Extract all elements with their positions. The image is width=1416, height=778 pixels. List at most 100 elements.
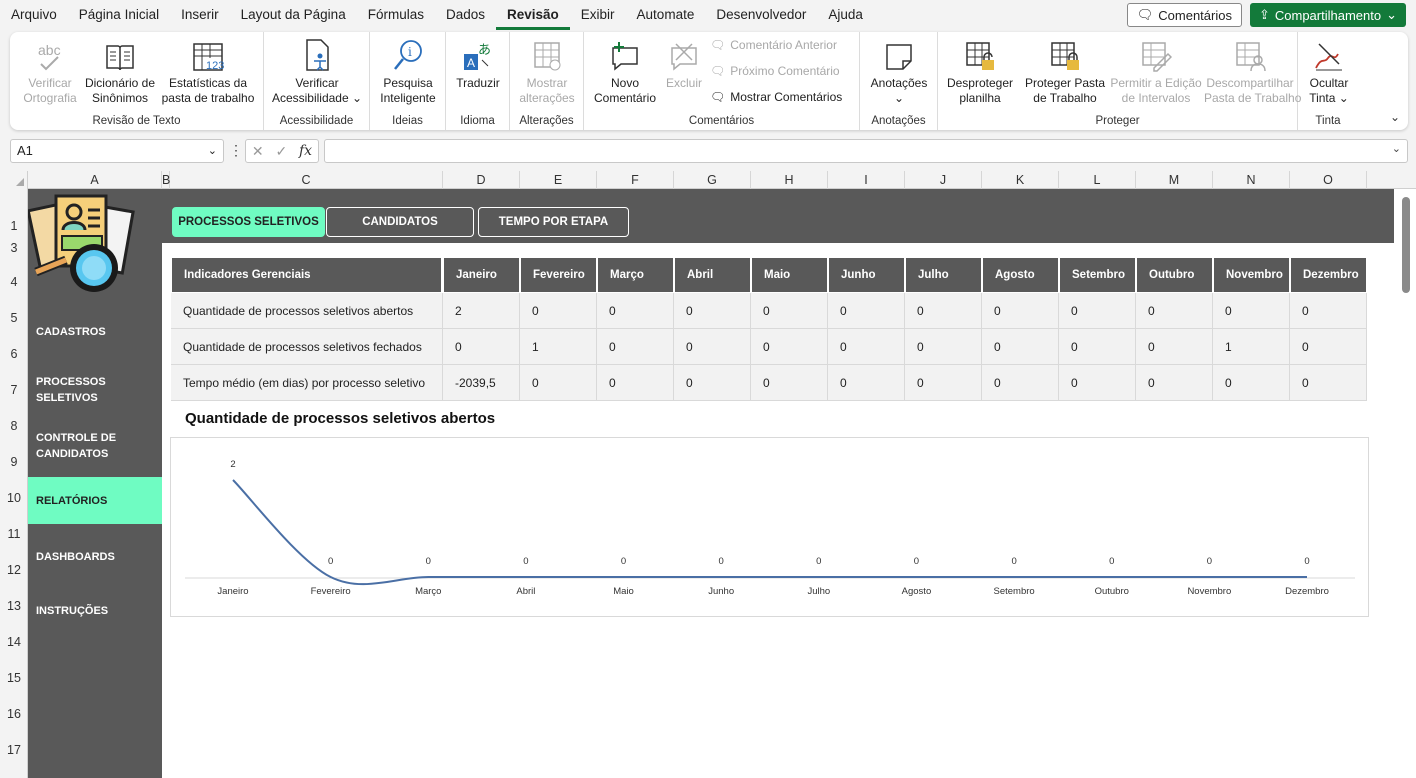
row-header-14[interactable]: 14 (0, 635, 28, 649)
nav-instrucoes[interactable]: INSTRUÇÕES (28, 587, 162, 635)
share-icon: ⇪ (1258, 7, 1270, 22)
descompartilhar-button[interactable]: Descompartilhar Pasta de Trabalho (1204, 36, 1301, 106)
nav-relatorios[interactable]: RELATÓRIOS (28, 477, 162, 524)
column-header-m[interactable]: M (1136, 171, 1213, 189)
column-header-o[interactable]: O (1290, 171, 1367, 189)
column-header-l[interactable]: L (1059, 171, 1136, 189)
pesquisa-label: Pesquisa Inteligente (380, 76, 436, 105)
data-label: 0 (1109, 556, 1114, 567)
excluir-button[interactable]: Excluir (662, 36, 706, 91)
nav-cadastros[interactable]: CADASTROS (28, 312, 162, 352)
row-header-8[interactable]: 8 (0, 419, 28, 433)
ribbon-collapse-chevron-icon[interactable]: ⌄ (1390, 110, 1400, 124)
column-header-j[interactable]: J (905, 171, 982, 189)
tab-processos-seletivos[interactable]: PROCESSOS SELETIVOS (172, 207, 325, 237)
scrollbar-thumb[interactable] (1402, 197, 1410, 293)
comments-button[interactable]: 🗨 Comentários (1126, 3, 1242, 27)
menu-item-dados[interactable]: Dados (435, 0, 496, 30)
menu-item-exibir[interactable]: Exibir (570, 0, 626, 30)
row-header-5[interactable]: 5 (0, 311, 28, 325)
mostrar-comentarios-button[interactable]: 🗨 Mostrar Comentários (710, 90, 842, 104)
row-header-12[interactable]: 12 (0, 563, 28, 577)
comentario-anterior-button[interactable]: 🗨 Comentário Anterior (710, 38, 837, 52)
column-header-a[interactable]: A (28, 171, 162, 189)
formula-bar: A1 ⌄ ⋮ ✕ ✓ fx ⌄ (10, 138, 1408, 164)
column-header-b[interactable]: B (162, 171, 170, 189)
column-header-i[interactable]: I (828, 171, 905, 189)
column-header-k[interactable]: K (982, 171, 1059, 189)
novo-comentario-button[interactable]: Novo Comentário (590, 36, 660, 106)
proximo-comentario-button[interactable]: 🗨 Próximo Comentário (710, 64, 840, 78)
table-cell: 0 (597, 365, 674, 401)
menu-item-automate[interactable]: Automate (626, 0, 706, 30)
table-header-month: Março (598, 258, 673, 292)
insert-function-icon[interactable]: fx (299, 143, 312, 159)
row-header-13[interactable]: 13 (0, 599, 28, 613)
select-all-corner[interactable] (0, 171, 28, 189)
menu-item-ajuda[interactable]: Ajuda (817, 0, 874, 30)
name-box[interactable]: A1 ⌄ (10, 139, 224, 163)
chevron-down-icon[interactable]: ⌄ (208, 140, 217, 162)
table-cell: 0 (443, 329, 520, 365)
tab-tempo-por-etapa[interactable]: TEMPO POR ETAPA (478, 207, 629, 237)
menu-item-inserir[interactable]: Inserir (170, 0, 230, 30)
verificar-ortografia-button[interactable]: abc Verificar Ortografia (18, 36, 82, 106)
excluir-label: Excluir (665, 76, 702, 90)
verificar-acessibilidade-button[interactable]: Verificar Acessibilidade ⌄ (270, 36, 364, 106)
column-header-f[interactable]: F (597, 171, 674, 189)
row-header-7[interactable]: 7 (0, 383, 28, 397)
menu-item-pagina-inicial[interactable]: Página Inicial (68, 0, 170, 30)
anotacoes-button[interactable]: Anotações ⌄ (864, 36, 934, 106)
mostrar-alteracoes-label: Mostrar alterações (519, 76, 575, 105)
ocultar-tinta-button[interactable]: Ocultar Tinta ⌄ (1300, 36, 1358, 106)
x-tick-label: Janeiro (217, 586, 248, 597)
desproteger-planilha-button[interactable]: Desproteger planilha (942, 36, 1018, 106)
proteger-pasta-button[interactable]: Proteger Pasta de Trabalho (1022, 36, 1108, 106)
formula-input[interactable]: ⌄ (324, 139, 1408, 163)
chevron-down-icon[interactable]: ⌄ (1386, 7, 1397, 23)
cancel-icon[interactable]: ✕ (252, 143, 264, 160)
column-header-e[interactable]: E (520, 171, 597, 189)
dicionario-button[interactable]: Dicionário de Sinônimos (82, 36, 158, 106)
vertical-scrollbar[interactable] (1398, 189, 1416, 778)
traduzir-button[interactable]: Aあ Traduzir (450, 36, 506, 91)
column-header-g[interactable]: G (674, 171, 751, 189)
column-header-c[interactable]: C (170, 171, 443, 189)
table-cell: 0 (828, 365, 905, 401)
row-header-3[interactable]: 3 (0, 241, 28, 255)
row-header-10[interactable]: 10 (0, 491, 28, 505)
menu-item-layout-da-pagina[interactable]: Layout da Página (230, 0, 357, 30)
tab-candidatos[interactable]: CANDIDATOS (326, 207, 474, 237)
row-header-17[interactable]: 17 (0, 743, 28, 757)
row-header-4[interactable]: 4 (0, 275, 28, 289)
nav-processos-seletivos[interactable]: PROCESSOS SELETIVOS (28, 366, 162, 414)
menu-item-revisao[interactable]: Revisão (496, 2, 570, 30)
enter-icon[interactable]: ✓ (275, 143, 287, 160)
row-header-1[interactable]: 1 (0, 219, 28, 233)
new-comment-icon (590, 36, 660, 72)
column-header-d[interactable]: D (443, 171, 520, 189)
group-anotacoes: Anotações ⌄ Anotações (860, 32, 938, 130)
row-header-9[interactable]: 9 (0, 455, 28, 469)
more-options-icon[interactable]: ⋮ (229, 142, 243, 159)
row-header-15[interactable]: 15 (0, 671, 28, 685)
column-header-n[interactable]: N (1213, 171, 1290, 189)
nav-controle-de-candidatos[interactable]: CONTROLE DE CANDIDATOS (28, 422, 162, 470)
nav-dashboards[interactable]: DASHBOARDS (28, 533, 162, 581)
pesquisa-inteligente-button[interactable]: i Pesquisa Inteligente (374, 36, 442, 106)
row-header-16[interactable]: 16 (0, 707, 28, 721)
mostrar-alteracoes-button[interactable]: Mostrar alterações (514, 36, 580, 106)
table-cell: 0 (1290, 293, 1367, 329)
menu-item-desenvolvedor[interactable]: Desenvolvedor (705, 0, 817, 30)
expand-formula-chevron-icon[interactable]: ⌄ (1392, 142, 1401, 155)
row-header-6[interactable]: 6 (0, 347, 28, 361)
share-button[interactable]: ⇪ Compartilhamento ⌄ (1249, 3, 1406, 27)
estatisticas-button[interactable]: 123 Estatísticas da pasta de trabalho (160, 36, 256, 106)
permitir-edicao-button[interactable]: Permitir a Edição de Intervalos (1108, 36, 1204, 106)
menu-item-formulas[interactable]: Fórmulas (357, 0, 435, 30)
menu-item-arquivo[interactable]: Arquivo (0, 0, 68, 30)
column-header-h[interactable]: H (751, 171, 828, 189)
row-header-11[interactable]: 11 (0, 527, 28, 541)
table-cell: 0 (982, 365, 1059, 401)
table-cell: 0 (828, 329, 905, 365)
